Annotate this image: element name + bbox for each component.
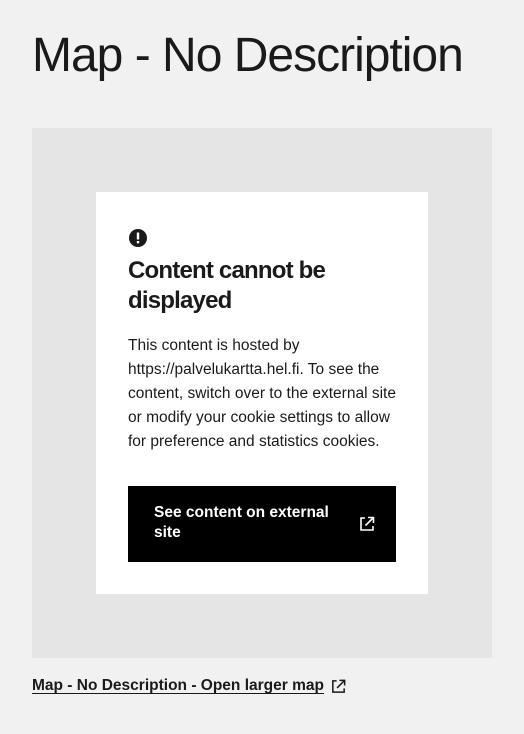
external-link-icon (360, 516, 375, 531)
see-content-external-button-label: See content on external site (154, 504, 329, 541)
external-link-icon (332, 679, 346, 693)
map-embed-placeholder: Content cannot be displayed This content… (32, 128, 492, 658)
page-title: Map - No Description (32, 29, 464, 82)
notice-body: This content is hosted by https://palvel… (128, 337, 396, 450)
cookie-consent-notice: Content cannot be displayed This content… (96, 192, 428, 594)
notice-heading: Content cannot be displayed (128, 257, 326, 314)
open-larger-map-link[interactable]: Map - No Description - Open larger map (32, 674, 347, 698)
alert-circle-icon (129, 229, 147, 247)
page: Map - No Description Content cannot be d… (0, 0, 524, 734)
open-larger-map-link-label: Map - No Description - Open larger map (32, 677, 324, 694)
see-content-external-button[interactable]: See content on external site (128, 486, 396, 562)
